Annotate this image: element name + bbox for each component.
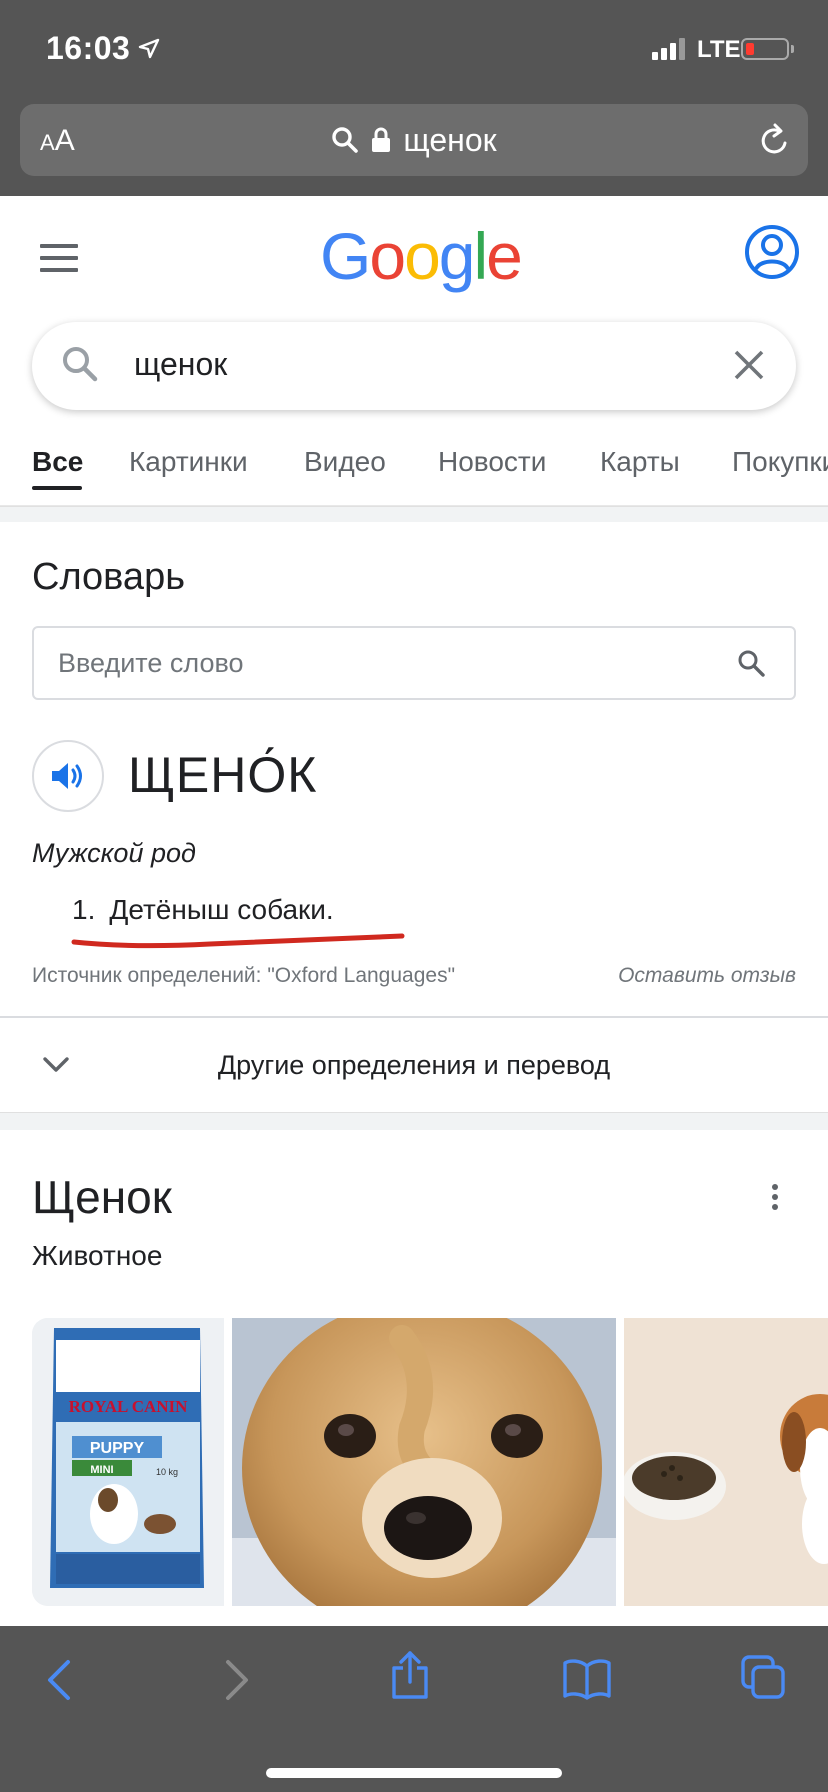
logo-letter: e <box>486 219 523 293</box>
red-annotation-underline <box>71 933 405 949</box>
part-of-speech: Мужской род <box>32 838 196 868</box>
knowledge-panel-title: Щенок <box>32 1171 172 1223</box>
tab-news[interactable]: Новости <box>438 446 546 478</box>
product-line: PUPPY <box>90 1440 145 1457</box>
product-weight: 10 kg <box>156 1467 178 1477</box>
tab-video[interactable]: Видео <box>304 446 386 478</box>
lock-icon <box>372 127 391 152</box>
logo-letter: o <box>404 219 441 293</box>
image-dog-food-package[interactable]: ROYAL CANIN PUPPY MINI 10 kg <box>32 1318 224 1606</box>
search-icon <box>332 127 359 153</box>
card-separator <box>0 1112 828 1130</box>
card-separator <box>0 506 828 522</box>
dictionary-title: Словарь <box>32 556 186 598</box>
menu-icon[interactable] <box>40 244 78 280</box>
definition-text: Детёныш собаки. <box>109 894 334 925</box>
more-definitions-label: Другие определения и перевод <box>217 1050 611 1080</box>
google-logo[interactable]: Google <box>320 218 523 294</box>
definition-item: 1. Детёныш собаки. <box>72 894 334 926</box>
image-puppy-with-bowl[interactable] <box>624 1318 828 1606</box>
logo-letter: g <box>438 219 476 293</box>
browser-top-bar: 16:03 LTE AA щенок <box>0 0 828 196</box>
search-box[interactable]: щенок <box>32 322 796 410</box>
share-icon[interactable] <box>390 1650 430 1700</box>
home-indicator[interactable] <box>266 1768 562 1778</box>
status-time: 16:03 <box>46 30 131 66</box>
bookmarks-icon[interactable] <box>562 1658 612 1700</box>
url-display[interactable]: щенок <box>20 104 808 176</box>
knowledge-panel-subtitle: Животное <box>32 1240 163 1271</box>
search-tabs: Все Картинки Видео Новости Карты Покупки <box>0 436 828 506</box>
logo-letter: l <box>473 219 489 293</box>
google-header: Google <box>0 196 828 316</box>
network-label: LTE <box>697 36 741 63</box>
dictionary-input[interactable]: Введите слово <box>32 626 796 700</box>
address-bar[interactable]: AA щенок <box>20 104 808 176</box>
signal-icon <box>652 38 685 60</box>
search-input[interactable]: щенок <box>134 346 227 383</box>
dictionary-word: ЩЕНО́К <box>128 747 318 803</box>
feedback-link[interactable]: Оставить отзыв <box>618 964 796 988</box>
reload-icon[interactable] <box>758 122 792 158</box>
location-arrow-icon <box>138 38 160 59</box>
battery-icon <box>741 38 789 60</box>
forward-icon[interactable] <box>224 1658 250 1702</box>
account-icon[interactable] <box>744 224 800 280</box>
more-options-icon[interactable] <box>772 1184 778 1214</box>
image-carousel: ROYAL CANIN PUPPY MINI 10 kg <box>32 1318 828 1606</box>
definition-source: Источник определений: "Oxford Languages" <box>32 964 456 987</box>
tab-shopping[interactable]: Покупки <box>732 446 828 478</box>
more-definitions-row[interactable]: Другие определения и перевод <box>0 1016 828 1114</box>
dictionary-input-placeholder: Введите слово <box>58 648 244 678</box>
close-icon[interactable] <box>730 346 768 384</box>
logo-letter: o <box>369 219 406 293</box>
search-icon <box>63 347 98 382</box>
tab-images[interactable]: Картинки <box>129 446 248 478</box>
product-brand: ROYAL CANIN <box>69 1397 189 1416</box>
tab-maps[interactable]: Карты <box>600 446 680 478</box>
tabs-icon[interactable] <box>740 1654 786 1700</box>
image-puppy-closeup[interactable] <box>232 1318 616 1606</box>
definition-number: 1. <box>72 894 96 925</box>
speaker-icon <box>52 763 82 789</box>
logo-letter: G <box>320 219 371 293</box>
url-query: щенок <box>403 121 497 158</box>
active-tab-indicator <box>32 486 82 490</box>
back-icon[interactable] <box>46 1658 72 1702</box>
search-icon[interactable] <box>736 648 766 678</box>
tab-all[interactable]: Все <box>32 446 83 478</box>
battery-tip <box>791 45 794 53</box>
product-variant: MINI <box>90 1464 113 1476</box>
browser-bottom-toolbar <box>0 1626 828 1792</box>
pronunciation-button[interactable] <box>32 740 104 812</box>
